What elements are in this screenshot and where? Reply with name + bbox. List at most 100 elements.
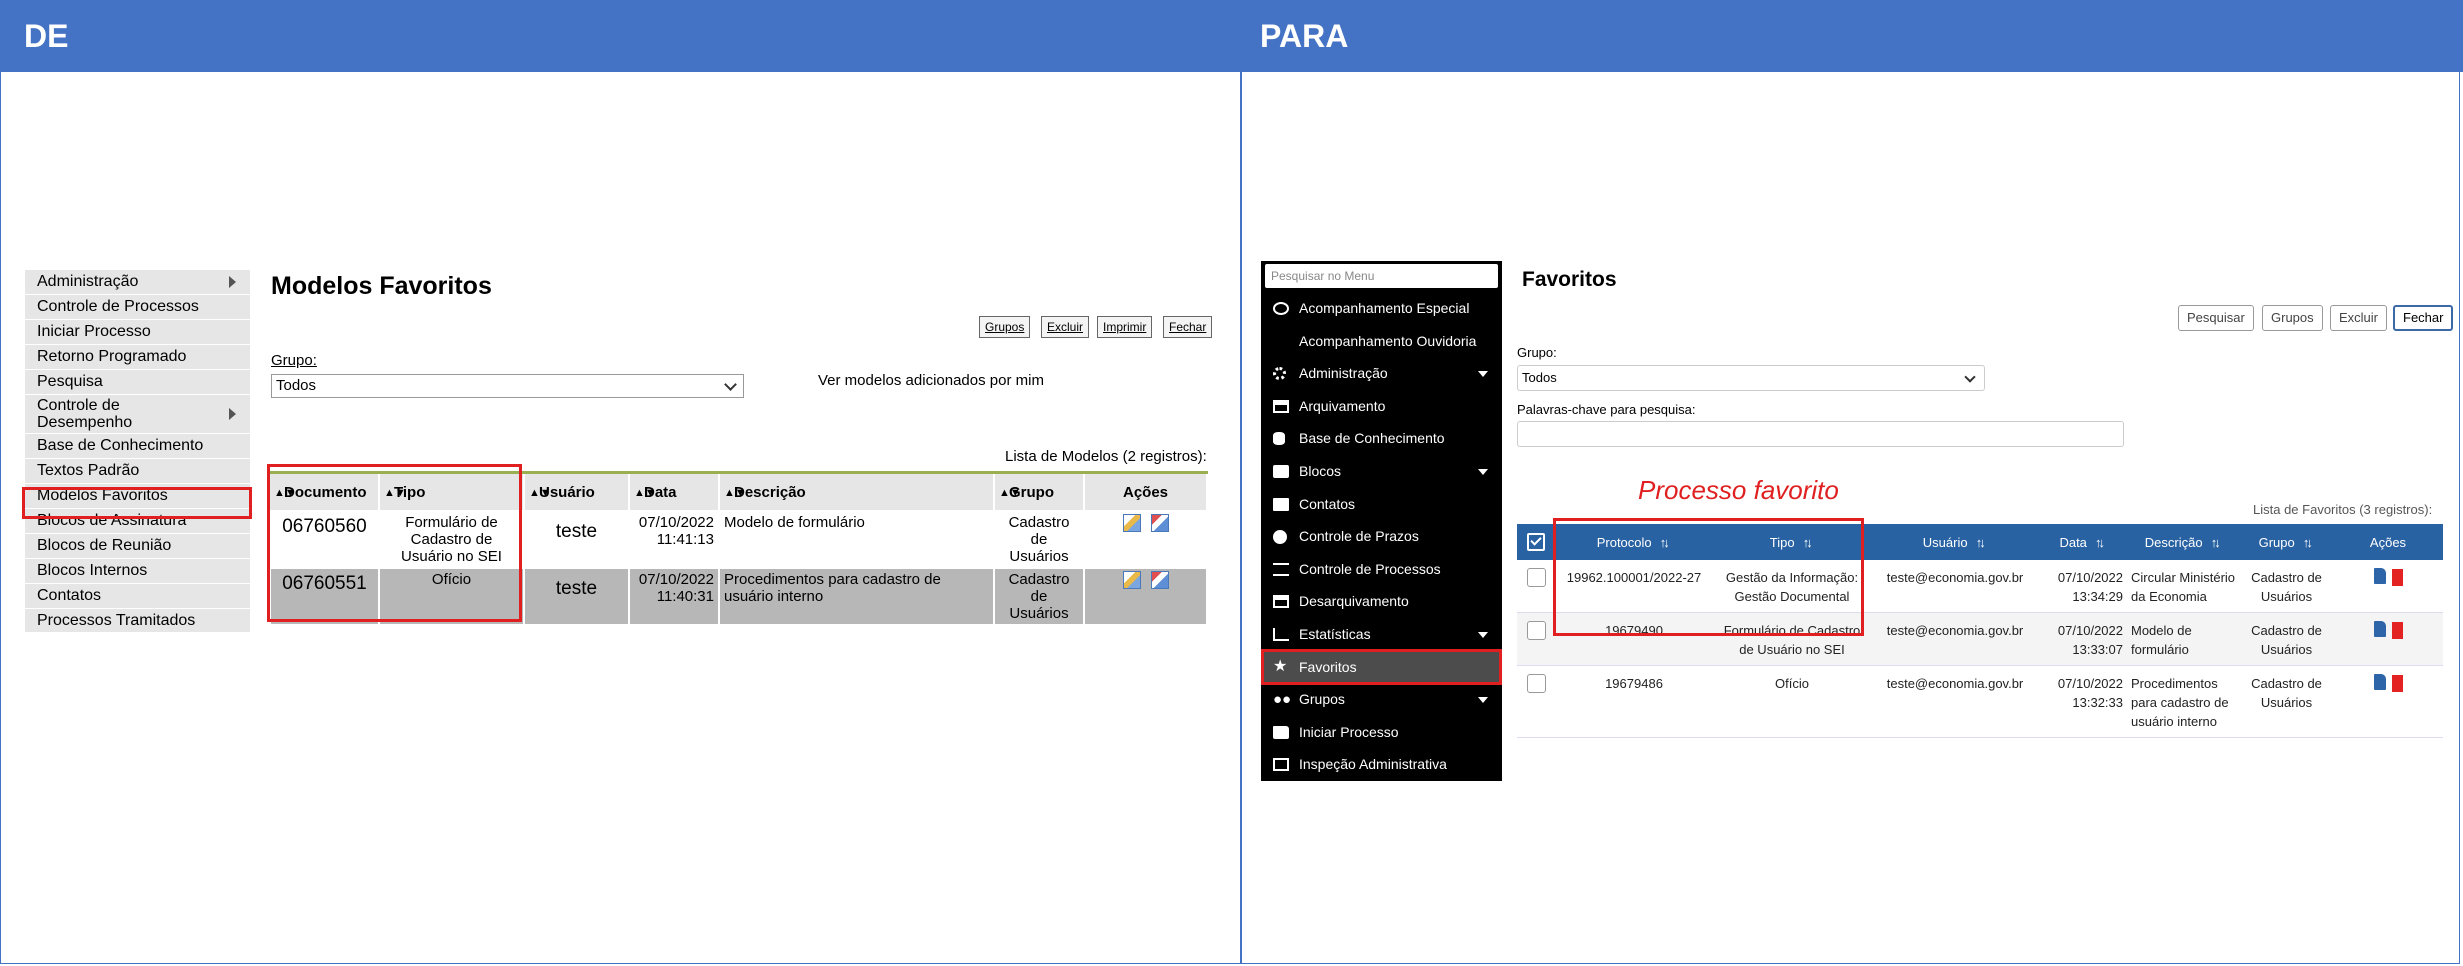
new-menu-item-iniciar-processo[interactable]: Iniciar Processo — [1261, 716, 1502, 749]
highlight-box-protocolo-tipo — [1553, 518, 1864, 636]
menu-label: Controle de Prazos — [1299, 528, 1419, 545]
new-menu-item-acompanhamento-especial[interactable]: Acompanhamento Especial — [1261, 292, 1502, 325]
new-pesquisar-button[interactable]: Pesquisar — [2178, 305, 2254, 331]
old-menu-item-blocos-reuniao[interactable]: Blocos de Reunião — [25, 534, 250, 559]
sort-icon: ↑↓ — [2302, 534, 2313, 550]
old-fechar-button[interactable]: Fechar — [1163, 316, 1213, 338]
menu-label: Base de Conhecimento — [37, 437, 204, 454]
trash-icon[interactable] — [2391, 569, 2403, 586]
new-menu-item-arquivamento[interactable]: Arquivamento — [1261, 390, 1502, 423]
edit-icon[interactable] — [2373, 674, 2386, 690]
menu-label: Arquivamento — [1299, 397, 1386, 414]
col-grupo[interactable]: Grupo ↑↓ — [2240, 524, 2333, 560]
row-checkbox[interactable] — [1526, 674, 1546, 693]
new-excluir-button[interactable]: Excluir — [2330, 305, 2388, 331]
new-menu-item-desarquivamento[interactable]: Desarquivamento — [1261, 585, 1502, 618]
cell-protocolo[interactable]: 19679486 — [1555, 665, 1713, 738]
cell-select — [1517, 612, 1555, 666]
new-menu-item-controle-prazos[interactable]: Controle de Prazos — [1261, 520, 1502, 553]
check-all-icon — [1527, 533, 1545, 551]
col-data[interactable]: Data ↑↓ — [2039, 524, 2127, 560]
old-menu-item-controle-processos[interactable]: Controle de Processos — [25, 295, 250, 320]
old-menu-item-retorno-programado[interactable]: Retorno Programado — [25, 345, 250, 370]
header-de: DE — [0, 0, 1240, 72]
new-menu-item-grupos[interactable]: ●● Grupos — [1261, 683, 1502, 716]
contact-card-icon — [1273, 497, 1289, 511]
keywords-input[interactable] — [1517, 421, 2124, 447]
menu-label: Acompanhamento Especial — [1299, 300, 1470, 316]
trash-icon[interactable] — [2391, 622, 2403, 639]
new-menu-item-administracao[interactable]: Administração — [1261, 357, 1502, 390]
sort-icon: ↑↓ — [2210, 534, 2221, 550]
remove-favorite-icon[interactable] — [1150, 571, 1169, 590]
new-table-caption: Lista de Favoritos (3 registros): — [2253, 502, 2433, 517]
old-excluir-button[interactable]: Excluir — [1041, 316, 1090, 338]
old-menu-item-contatos[interactable]: Contatos — [25, 584, 250, 609]
menu-label: Controle de Processos — [1299, 560, 1441, 577]
old-grupos-button[interactable]: Grupos — [979, 316, 1031, 338]
users-icon: ●● — [1273, 691, 1292, 709]
col-grupo[interactable]: ▲▼Grupo — [994, 471, 1085, 511]
annotation-processo-favorito: Processo favorito — [1638, 475, 1839, 505]
new-menu-item-estatisticas[interactable]: Estatísticas — [1261, 618, 1502, 651]
edit-icon[interactable] — [2373, 621, 2386, 637]
sort-icon: ▲▼ — [724, 486, 746, 499]
new-menu-item-blocos[interactable]: Blocos — [1261, 455, 1502, 488]
new-menu-item-inspecao-administrativa[interactable]: Inspeção Administrativa — [1261, 748, 1502, 781]
old-menu-item-controle-desempenho[interactable]: Controle de Desempenho — [25, 395, 250, 434]
col-usuario[interactable]: Usuário ↑↓ — [1871, 524, 2039, 560]
cell-data: 07/10/2022 11:40:31 — [628, 567, 720, 626]
new-menu-item-contatos[interactable]: Contatos — [1261, 488, 1502, 521]
old-table-caption: Lista de Modelos (2 registros): — [1005, 448, 1207, 465]
cell-descricao: Procedimentos para cadastro de usuário i… — [2127, 665, 2240, 738]
date-text: 07/10/2022 — [638, 514, 714, 531]
caret-down-icon — [1478, 371, 1488, 378]
remove-favorite-icon[interactable] — [1150, 514, 1169, 533]
col-descricao[interactable]: Descrição ↑↓ — [2127, 524, 2240, 560]
col-acoes: Ações — [1084, 471, 1208, 511]
menu-search-input[interactable]: Pesquisar no Menu — [1265, 264, 1498, 288]
col-data[interactable]: ▲▼Data — [629, 471, 720, 511]
edit-model-icon[interactable] — [1122, 514, 1141, 533]
select-all-checkbox[interactable] — [1517, 524, 1555, 560]
row-checkbox[interactable] — [1526, 621, 1546, 640]
cell-grupo: Cadastro de Usuários — [2240, 665, 2333, 738]
col-usuario[interactable]: ▲▼Usuário — [524, 471, 630, 511]
row-checkbox[interactable] — [1526, 568, 1546, 587]
col-label: Data — [2059, 534, 2087, 550]
cell-usuario: teste@economia.gov.br — [1871, 665, 2039, 738]
old-imprimir-button[interactable]: Imprimir — [1097, 316, 1153, 338]
old-menu-item-administracao[interactable]: Administração — [25, 270, 250, 295]
old-menu-item-textos-padrao[interactable]: Textos Padrão — [25, 459, 250, 484]
old-menu-item-processos-tramitados[interactable]: Processos Tramitados — [25, 609, 250, 632]
edit-icon[interactable] — [2373, 568, 2386, 584]
old-menu-item-base-conhecimento[interactable]: Base de Conhecimento — [25, 434, 250, 459]
chart-icon — [1273, 627, 1289, 641]
old-menu-item-blocos-internos[interactable]: Blocos Internos — [25, 559, 250, 584]
cell-data: 07/10/2022 11:41:13 — [628, 510, 720, 569]
col-descricao[interactable]: ▲▼Descrição — [719, 471, 995, 511]
highlight-box-favoritos — [1261, 649, 1502, 685]
col-label: Grupo — [2258, 534, 2295, 550]
old-group-select[interactable]: Todos — [271, 374, 744, 398]
new-grupos-button[interactable]: Grupos — [2262, 305, 2323, 331]
new-group-select[interactable]: Todos — [1517, 365, 1985, 391]
new-menu-item-acompanhamento-ouvidoria[interactable]: Acompanhamento Ouvidoria — [1261, 325, 1502, 358]
folder-icon — [1273, 725, 1289, 739]
trash-icon[interactable] — [2391, 675, 2403, 692]
old-menu-item-pesquisa[interactable]: Pesquisa — [25, 370, 250, 395]
new-keywords-label: Palavras-chave para pesquisa: — [1517, 402, 1696, 417]
old-menu-item-iniciar-processo[interactable]: Iniciar Processo — [25, 320, 250, 345]
menu-label: Contatos — [37, 587, 102, 604]
new-fechar-button[interactable]: Fechar — [2393, 305, 2454, 331]
cell-acoes — [1083, 567, 1208, 626]
menu-label: Retorno Programado — [37, 348, 187, 365]
menu-label: Blocos Internos — [37, 562, 148, 579]
cell-acoes — [2333, 560, 2443, 613]
old-ver-modelos-link[interactable]: Ver modelos adicionados por mim — [818, 372, 1044, 389]
col-label: Data — [644, 483, 677, 501]
menu-label: Iniciar Processo — [37, 323, 151, 340]
edit-model-icon[interactable] — [1122, 571, 1141, 590]
new-menu-item-controle-processos[interactable]: Controle de Processos — [1261, 553, 1502, 586]
new-menu-item-base-conhecimento[interactable]: Base de Conhecimento — [1261, 422, 1502, 455]
